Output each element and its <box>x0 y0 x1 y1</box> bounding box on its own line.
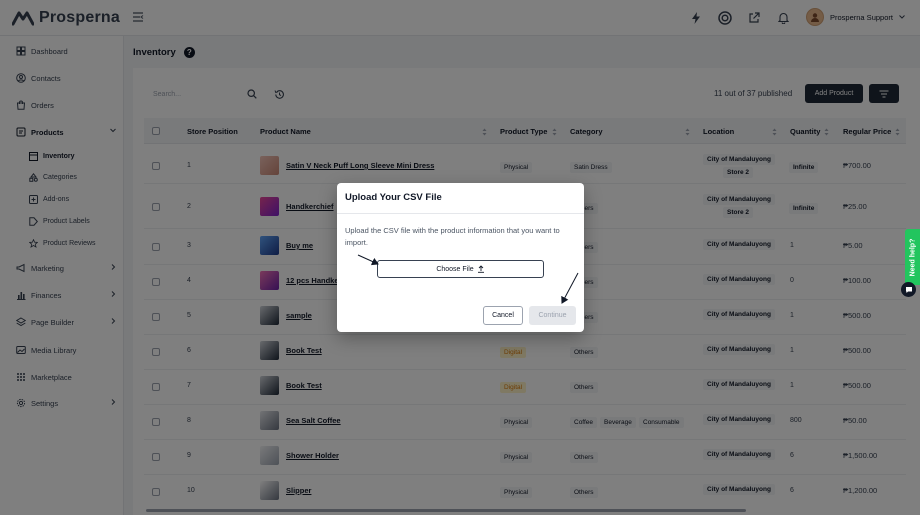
chat-icon[interactable] <box>901 282 916 297</box>
upload-csv-modal: Upload Your CSV File Upload the CSV file… <box>337 183 584 332</box>
cancel-button[interactable]: Cancel <box>483 306 523 325</box>
choose-file-button[interactable]: Choose File <box>377 260 544 278</box>
modal-description: Upload the CSV file with the product inf… <box>345 226 560 247</box>
divider <box>337 213 584 214</box>
modal-title: Upload Your CSV File <box>345 192 442 203</box>
continue-button[interactable]: Continue <box>529 306 576 325</box>
need-help-tab[interactable]: Need help? <box>905 229 920 285</box>
upload-icon <box>477 265 484 273</box>
